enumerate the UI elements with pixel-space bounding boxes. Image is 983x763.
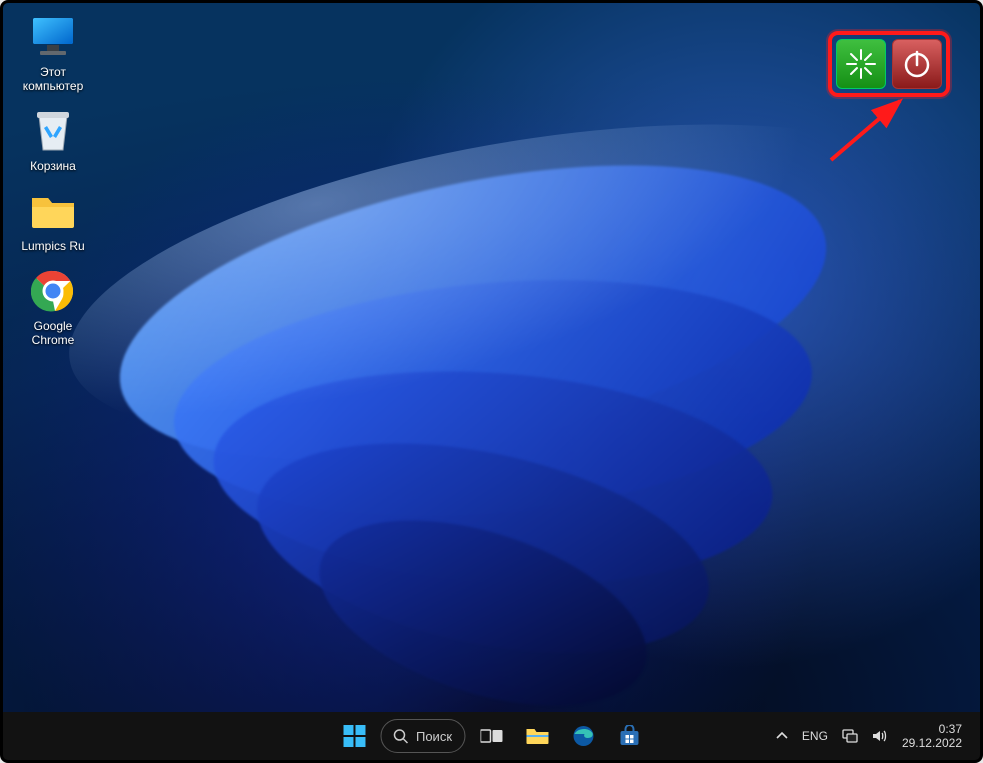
edge-icon: [572, 725, 594, 747]
desktop-icon-folder[interactable]: Lumpics Ru: [11, 187, 95, 253]
start-button[interactable]: [334, 716, 374, 756]
desktop-icon-chrome[interactable]: Google Chrome: [11, 267, 95, 347]
recycle-bin-icon: [29, 107, 77, 155]
tray-volume[interactable]: [872, 729, 888, 743]
speaker-icon: [872, 729, 888, 743]
taskbar: Поиск: [3, 712, 980, 760]
search-label: Поиск: [416, 729, 452, 744]
desktop-icon-this-pc[interactable]: Этот компьютер: [11, 13, 95, 93]
desktop-icon-label: Lumpics Ru: [11, 239, 95, 253]
desktop-icon-label: Этот компьютер: [11, 65, 95, 93]
task-view-icon: [480, 727, 502, 745]
tray-overflow-button[interactable]: [776, 730, 788, 742]
chevron-up-icon: [776, 730, 788, 742]
power-icon: [900, 47, 934, 81]
desktop-icons-area: Этот компьютер Корзина Lumpics Ru: [11, 13, 111, 361]
network-icon: [842, 729, 858, 743]
folder-icon: [29, 187, 77, 235]
task-view-button[interactable]: [471, 716, 511, 756]
desktop-icon-label: Google Chrome: [11, 319, 95, 347]
annotation-arrow: [826, 95, 916, 165]
monitor-icon: [29, 13, 77, 61]
taskbar-pinned-edge[interactable]: [563, 716, 603, 756]
clock-date: 29.12.2022: [902, 736, 962, 750]
taskbar-center: Поиск: [334, 716, 649, 756]
file-explorer-icon: [525, 726, 549, 746]
taskbar-pinned-store[interactable]: [609, 716, 649, 756]
desktop-icon-recycle-bin[interactable]: Корзина: [11, 107, 95, 173]
store-icon: [618, 725, 640, 747]
annotation-highlight: [828, 31, 950, 97]
restart-button[interactable]: [836, 39, 886, 89]
clock-time: 0:37: [902, 722, 962, 736]
screenshot-frame: Этот компьютер Корзина Lumpics Ru: [0, 0, 983, 763]
shutdown-button[interactable]: [892, 39, 942, 89]
tray-clock[interactable]: 0:37 29.12.2022: [902, 722, 962, 750]
chrome-icon: [29, 267, 77, 315]
search-icon: [393, 729, 408, 744]
system-tray: ENG 0:37 29.12.2022: [776, 722, 980, 750]
tray-language[interactable]: ENG: [802, 729, 828, 743]
restart-icon: [844, 47, 878, 81]
taskbar-pinned-explorer[interactable]: [517, 716, 557, 756]
taskbar-search[interactable]: Поиск: [380, 719, 465, 753]
tray-network[interactable]: [842, 729, 858, 743]
desktop-icon-label: Корзина: [11, 159, 95, 173]
windows-logo-icon: [343, 725, 365, 747]
